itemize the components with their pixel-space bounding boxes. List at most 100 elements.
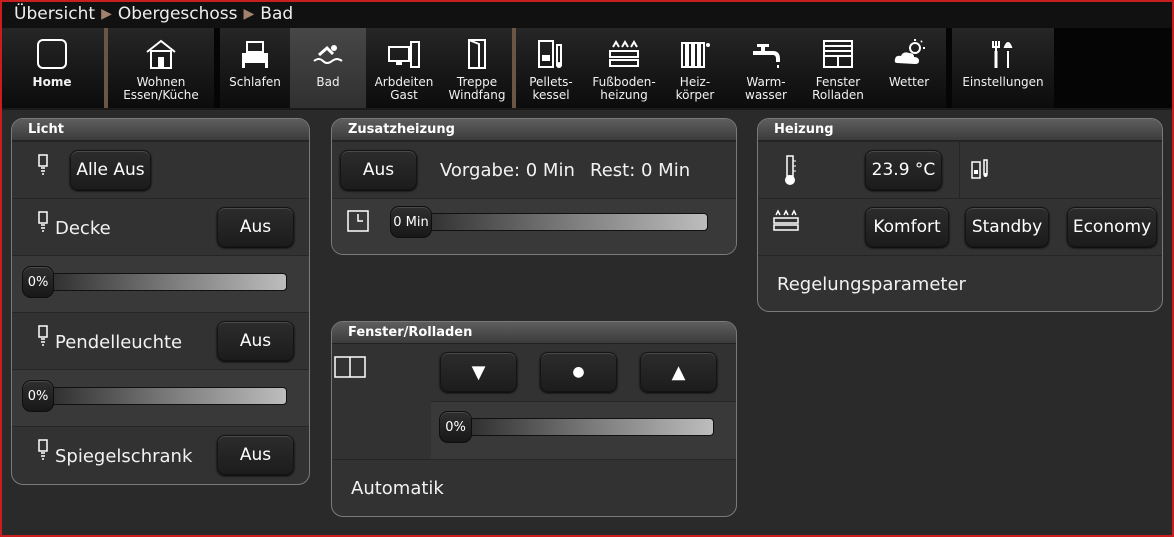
dimmer-knob[interactable]: 0%: [22, 380, 54, 412]
nav-home[interactable]: Home: [0, 28, 104, 108]
blind-control-row: ▼ ● ▲: [332, 344, 736, 401]
mode-standby-button[interactable]: Standby: [965, 207, 1049, 247]
nav-label: Home: [32, 75, 72, 89]
heizung-panel: Heizung 23.9 °C Komfort Standby Economy …: [757, 118, 1163, 312]
nav-fussboden[interactable]: Fußboden- heizung: [586, 28, 662, 108]
nav-label: Schlafen: [229, 75, 281, 89]
nav-pellets[interactable]: Pellets- kessel: [516, 28, 586, 108]
boiler-icon: [970, 156, 994, 180]
zusatz-off-button[interactable]: Aus: [340, 150, 417, 190]
bulb-icon: [32, 323, 54, 349]
nav-warmwasser[interactable]: Warm- wasser: [728, 28, 804, 108]
nav-arbeiten[interactable]: Arbdeiten Gast: [366, 28, 442, 108]
mode-economy-button[interactable]: Economy: [1067, 207, 1157, 247]
licht-panel: Licht Alle Aus Decke Aus 0% Pendelleucht…: [11, 118, 310, 485]
boiler-icon: [534, 37, 568, 71]
blinds-icon: [821, 37, 855, 71]
nav-label: Heiz- körper: [675, 75, 715, 102]
dimmer-slider[interactable]: [24, 273, 287, 291]
breadcrumb-floor[interactable]: Obergeschoss: [118, 0, 238, 28]
light-row-decke: Decke Aus: [12, 198, 309, 255]
spiegel-off-button[interactable]: Aus: [217, 435, 294, 475]
mode-row: Komfort Standby Economy: [758, 198, 1162, 255]
home-icon: [35, 37, 69, 71]
nav-label: Pellets- kessel: [529, 75, 573, 102]
separator: [959, 142, 960, 199]
floor-heating-icon: [772, 209, 800, 233]
zusatzheizung-panel: Zusatzheizung Aus Vorgabe: 0 Min Rest: 0…: [331, 118, 737, 255]
licht-all-row: Alle Aus: [12, 141, 309, 198]
panel-title: Fenster/Rolladen: [332, 322, 736, 344]
temperature-value[interactable]: 23.9 °C: [865, 150, 942, 190]
params-label: Regelungsparameter: [777, 274, 966, 295]
nav-fenster[interactable]: Fenster Rolladen: [804, 28, 872, 108]
automatik-label: Automatik: [351, 478, 444, 499]
nav-wohnen[interactable]: Wohnen Essen/Küche: [108, 28, 214, 108]
decke-off-button[interactable]: Aus: [217, 207, 294, 247]
tools-icon: [986, 37, 1020, 71]
vorgabe-text: Vorgabe: 0 Min: [440, 160, 575, 181]
light-name: Pendelleuchte: [55, 332, 183, 353]
temperature-row: 23.9 °C: [758, 141, 1162, 199]
blind-down-button[interactable]: ▼: [440, 352, 517, 392]
dimmer-row-pendel: 0%: [12, 369, 309, 426]
nav-label: Warm- wasser: [745, 75, 787, 102]
timer-knob[interactable]: 0 Min: [390, 206, 432, 238]
rest-text: Rest: 0 Min: [590, 160, 691, 181]
clock-icon: [346, 209, 370, 233]
mode-komfort-button[interactable]: Komfort: [865, 207, 949, 247]
blind-up-button[interactable]: ▲: [640, 352, 717, 392]
automatik-row[interactable]: Automatik: [332, 459, 736, 516]
dimmer-knob[interactable]: 0%: [22, 266, 54, 298]
nav-label: Einstellungen: [962, 75, 1044, 89]
light-name: Decke: [55, 218, 111, 239]
nav-label: Wohnen Essen/Küche: [123, 75, 199, 102]
panel-title: Heizung: [758, 119, 1162, 141]
timer-slider[interactable]: [392, 213, 708, 231]
faucet-icon: [749, 37, 783, 71]
nav-label: Treppe Windfang: [448, 75, 506, 102]
bulb-icon: [32, 437, 54, 463]
weather-icon: [892, 37, 926, 71]
breadcrumb-room: Bad: [260, 4, 294, 24]
light-row-pendel: Pendelleuchte Aus: [12, 312, 309, 369]
nav-einstellungen[interactable]: Einstellungen: [952, 28, 1054, 108]
bulb-icon: [32, 152, 54, 178]
breadcrumb-overview[interactable]: Übersicht: [14, 0, 95, 28]
panel-title: Zusatzheizung: [332, 119, 736, 141]
zusatz-timer-row: 0 Min: [332, 198, 736, 254]
thermometer-icon: [782, 154, 798, 186]
bulb-icon: [32, 209, 54, 235]
door-icon: [460, 37, 494, 71]
nav-label: Arbdeiten Gast: [374, 75, 434, 102]
blind-slider[interactable]: [441, 418, 714, 436]
breadcrumb-separator: ▶: [101, 6, 112, 22]
nav-bad[interactable]: Bad: [290, 28, 366, 108]
nav-treppe[interactable]: Treppe Windfang: [442, 28, 512, 108]
blind-knob[interactable]: 0%: [439, 411, 472, 443]
house-icon: [144, 37, 178, 71]
params-row[interactable]: Regelungsparameter: [758, 255, 1162, 311]
blind-position-row: 0%: [431, 401, 736, 459]
nav-label: Fenster Rolladen: [812, 75, 864, 102]
all-off-button[interactable]: Alle Aus: [70, 150, 151, 190]
panel-title: Licht: [12, 119, 309, 141]
room-nav: Home Wohnen Essen/Küche Schlafen Bad Arb…: [0, 28, 1174, 110]
computer-icon: [387, 37, 421, 71]
nav-schlafen[interactable]: Schlafen: [220, 28, 290, 108]
swimmer-icon: [311, 37, 345, 71]
fenster-panel: Fenster/Rolladen ▼ ● ▲ 0% Automatik: [331, 321, 737, 517]
breadcrumb-separator: ▶: [243, 6, 255, 22]
window-icon: [334, 356, 366, 378]
dimmer-slider[interactable]: [24, 387, 287, 405]
nav-label: Bad: [316, 75, 340, 89]
nav-wetter[interactable]: Wetter: [872, 28, 946, 108]
pendel-off-button[interactable]: Aus: [217, 321, 294, 361]
radiator-icon: [678, 37, 712, 71]
breadcrumb: Übersicht ▶ Obergeschoss ▶ Bad: [0, 0, 1174, 28]
nav-heizkoerper[interactable]: Heiz- körper: [662, 28, 728, 108]
nav-label: Wetter: [888, 75, 930, 89]
blind-stop-button[interactable]: ●: [540, 352, 617, 392]
floor-heating-icon: [607, 37, 641, 71]
zusatz-control-row: Aus Vorgabe: 0 Min Rest: 0 Min: [332, 141, 736, 198]
